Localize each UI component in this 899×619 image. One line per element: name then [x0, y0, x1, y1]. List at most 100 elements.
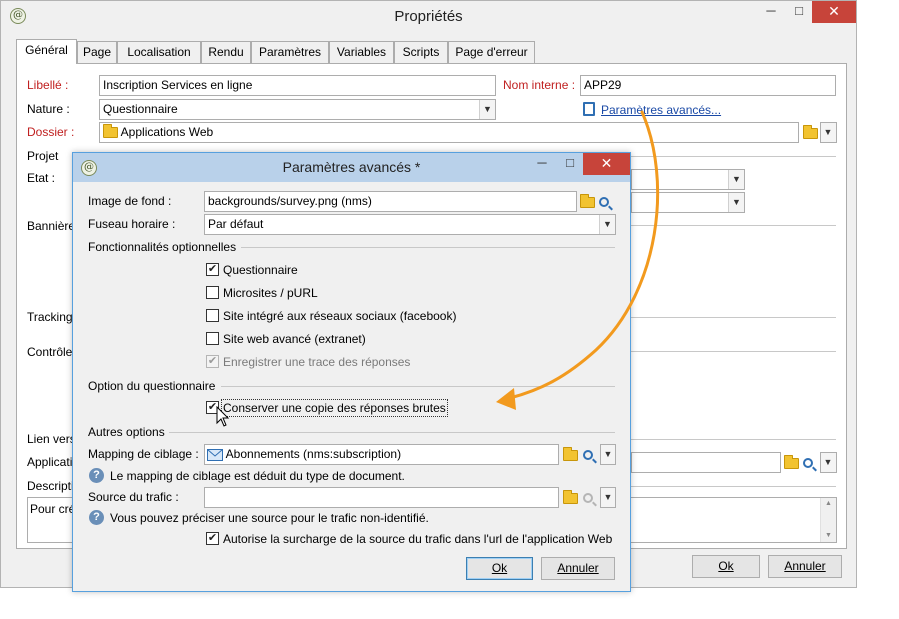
- questionnaire-checkbox[interactable]: ✔: [206, 263, 219, 276]
- mapping-value: Abonnements (nms:subscription): [225, 447, 402, 461]
- dossier-label: Dossier :: [27, 125, 75, 139]
- etat-label: Etat :: [27, 171, 56, 185]
- folder-icon[interactable]: [580, 194, 595, 209]
- tab-page-erreur[interactable]: Page d'erreur: [448, 41, 535, 63]
- trace-responses-label: Enregistrer une trace des réponses: [223, 355, 411, 369]
- mapping-input[interactable]: Abonnements (nms:subscription): [204, 444, 559, 465]
- microsites-checkbox[interactable]: [206, 286, 219, 299]
- scroll-up-icon[interactable]: ▲: [821, 498, 836, 510]
- banniere-separator: [631, 225, 836, 226]
- tracking-separator: [631, 317, 836, 318]
- advanced-settings-dialog: @ Paramètres avancés * ─ □ ✕ Image de fo…: [72, 152, 631, 592]
- minimize-button[interactable]: ─: [756, 1, 786, 23]
- lien-separator: [631, 439, 836, 440]
- chevron-down-icon[interactable]: ▼: [821, 123, 836, 142]
- application-dropdown[interactable]: ▼: [820, 452, 837, 473]
- help-icon: ?: [89, 468, 104, 483]
- main-cancel-label: Annuler: [784, 559, 826, 573]
- source-label: Source du trafic :: [88, 490, 179, 504]
- extranet-checkbox[interactable]: [206, 332, 219, 345]
- main-titlebar[interactable]: @ Propriétés ─ □ ✕: [1, 1, 856, 31]
- mapping-dropdown[interactable]: ▼: [600, 444, 616, 465]
- libelle-label: Libellé :: [27, 78, 69, 92]
- dialog-ok-label: Ok: [491, 561, 508, 575]
- folder-icon[interactable]: [803, 125, 818, 140]
- tab-general[interactable]: Général: [16, 39, 77, 64]
- tab-rendu[interactable]: Rendu: [201, 41, 251, 63]
- tab-variables[interactable]: Variables: [329, 41, 394, 63]
- tab-page[interactable]: Page: [77, 41, 117, 63]
- dossier-dropdown[interactable]: ▼: [820, 122, 837, 143]
- dialog-close-button[interactable]: ✕: [583, 153, 630, 175]
- envelope-icon: [207, 448, 223, 461]
- chevron-down-icon[interactable]: ▼: [479, 100, 495, 119]
- close-button[interactable]: ✕: [812, 1, 856, 23]
- description-text: Pour cré: [30, 502, 76, 516]
- search-icon[interactable]: [803, 455, 813, 469]
- advanced-settings-link[interactable]: Paramètres avancés...: [601, 102, 721, 118]
- folder-icon[interactable]: [563, 490, 578, 505]
- dialog-titlebar[interactable]: @ Paramètres avancés * ─ □ ✕: [73, 153, 630, 182]
- dialog-minimize-button[interactable]: ─: [527, 153, 557, 175]
- social-site-label[interactable]: Site intégré aux réseaux sociaux (facebo…: [223, 308, 456, 324]
- dossier-input[interactable]: Applications Web: [99, 122, 799, 143]
- maximize-button[interactable]: □: [786, 1, 812, 23]
- nature-select[interactable]: Questionnaire ▼: [99, 99, 496, 120]
- scroll-down-icon[interactable]: ▼: [821, 530, 836, 542]
- microsites-label[interactable]: Microsites / pURL: [223, 285, 318, 301]
- main-ok-label: Ok: [718, 559, 734, 573]
- main-cancel-button[interactable]: Annuler: [768, 555, 842, 578]
- folder-icon[interactable]: [784, 455, 799, 470]
- tracking-label: Tracking: [27, 310, 73, 324]
- fonctionnalites-heading: Fonctionnalités optionnelles: [88, 240, 237, 254]
- fuseau-select[interactable]: Par défaut ▼: [204, 214, 616, 235]
- libelle-input[interactable]: Inscription Services en ligne: [99, 75, 496, 96]
- mapping-help-text: Le mapping de ciblage est déduit du type…: [110, 469, 405, 483]
- chevron-down-icon[interactable]: ▼: [601, 488, 615, 507]
- image-fond-input[interactable]: backgrounds/survey.png (nms): [204, 191, 577, 212]
- source-dropdown[interactable]: ▼: [600, 487, 616, 508]
- search-icon: [583, 490, 593, 504]
- projet-label: Projet: [27, 149, 59, 163]
- option-questionnaire-separator: [221, 386, 615, 387]
- option-questionnaire-heading: Option du questionnaire: [88, 379, 216, 393]
- tab-localisation[interactable]: Localisation: [117, 41, 201, 63]
- window-title: Propriétés: [394, 8, 463, 25]
- override-source-checkbox[interactable]: ✔: [206, 532, 219, 545]
- clipboard-icon: [583, 102, 595, 116]
- dialog-maximize-button[interactable]: □: [557, 153, 583, 175]
- mouse-cursor-icon: [216, 406, 230, 427]
- chevron-down-icon[interactable]: ▼: [728, 193, 744, 212]
- social-site-checkbox[interactable]: [206, 309, 219, 322]
- dialog-cancel-button[interactable]: Annuler: [541, 557, 615, 580]
- dialog-cancel-label: Annuler: [557, 561, 599, 575]
- folder-icon[interactable]: [563, 447, 578, 462]
- autres-options-separator: [169, 432, 615, 433]
- etat-select[interactable]: ▼: [631, 169, 745, 190]
- nom-interne-label: Nom interne :: [503, 78, 576, 92]
- lien-label: Lien vers: [27, 432, 76, 446]
- secondary-select[interactable]: ▼: [631, 192, 745, 213]
- search-icon[interactable]: [599, 194, 609, 208]
- raw-copy-label[interactable]: Conserver une copie des réponses brutes: [221, 399, 448, 417]
- chevron-down-icon[interactable]: ▼: [601, 445, 615, 464]
- main-ok-button[interactable]: Ok: [692, 555, 760, 578]
- source-input[interactable]: [204, 487, 559, 508]
- questionnaire-label[interactable]: Questionnaire: [223, 262, 298, 278]
- override-source-label[interactable]: Autorise la surcharge de la source du tr…: [223, 531, 612, 547]
- dossier-value: Applications Web: [120, 125, 214, 139]
- chevron-down-icon[interactable]: ▼: [728, 170, 744, 189]
- chevron-down-icon[interactable]: ▼: [821, 453, 836, 472]
- tab-parametres[interactable]: Paramètres: [251, 41, 329, 63]
- tab-scripts[interactable]: Scripts: [394, 41, 448, 63]
- help-icon: ?: [89, 510, 104, 525]
- controle-separator: [631, 351, 836, 352]
- description-scrollbar[interactable]: ▲ ▼: [820, 498, 836, 542]
- extranet-label[interactable]: Site web avancé (extranet): [223, 331, 366, 347]
- folder-icon: [103, 124, 118, 139]
- dialog-ok-button[interactable]: Ok: [466, 557, 533, 580]
- nom-interne-input[interactable]: APP29: [580, 75, 836, 96]
- application-input[interactable]: [631, 452, 781, 473]
- chevron-down-icon[interactable]: ▼: [599, 215, 615, 234]
- search-icon[interactable]: [583, 447, 593, 461]
